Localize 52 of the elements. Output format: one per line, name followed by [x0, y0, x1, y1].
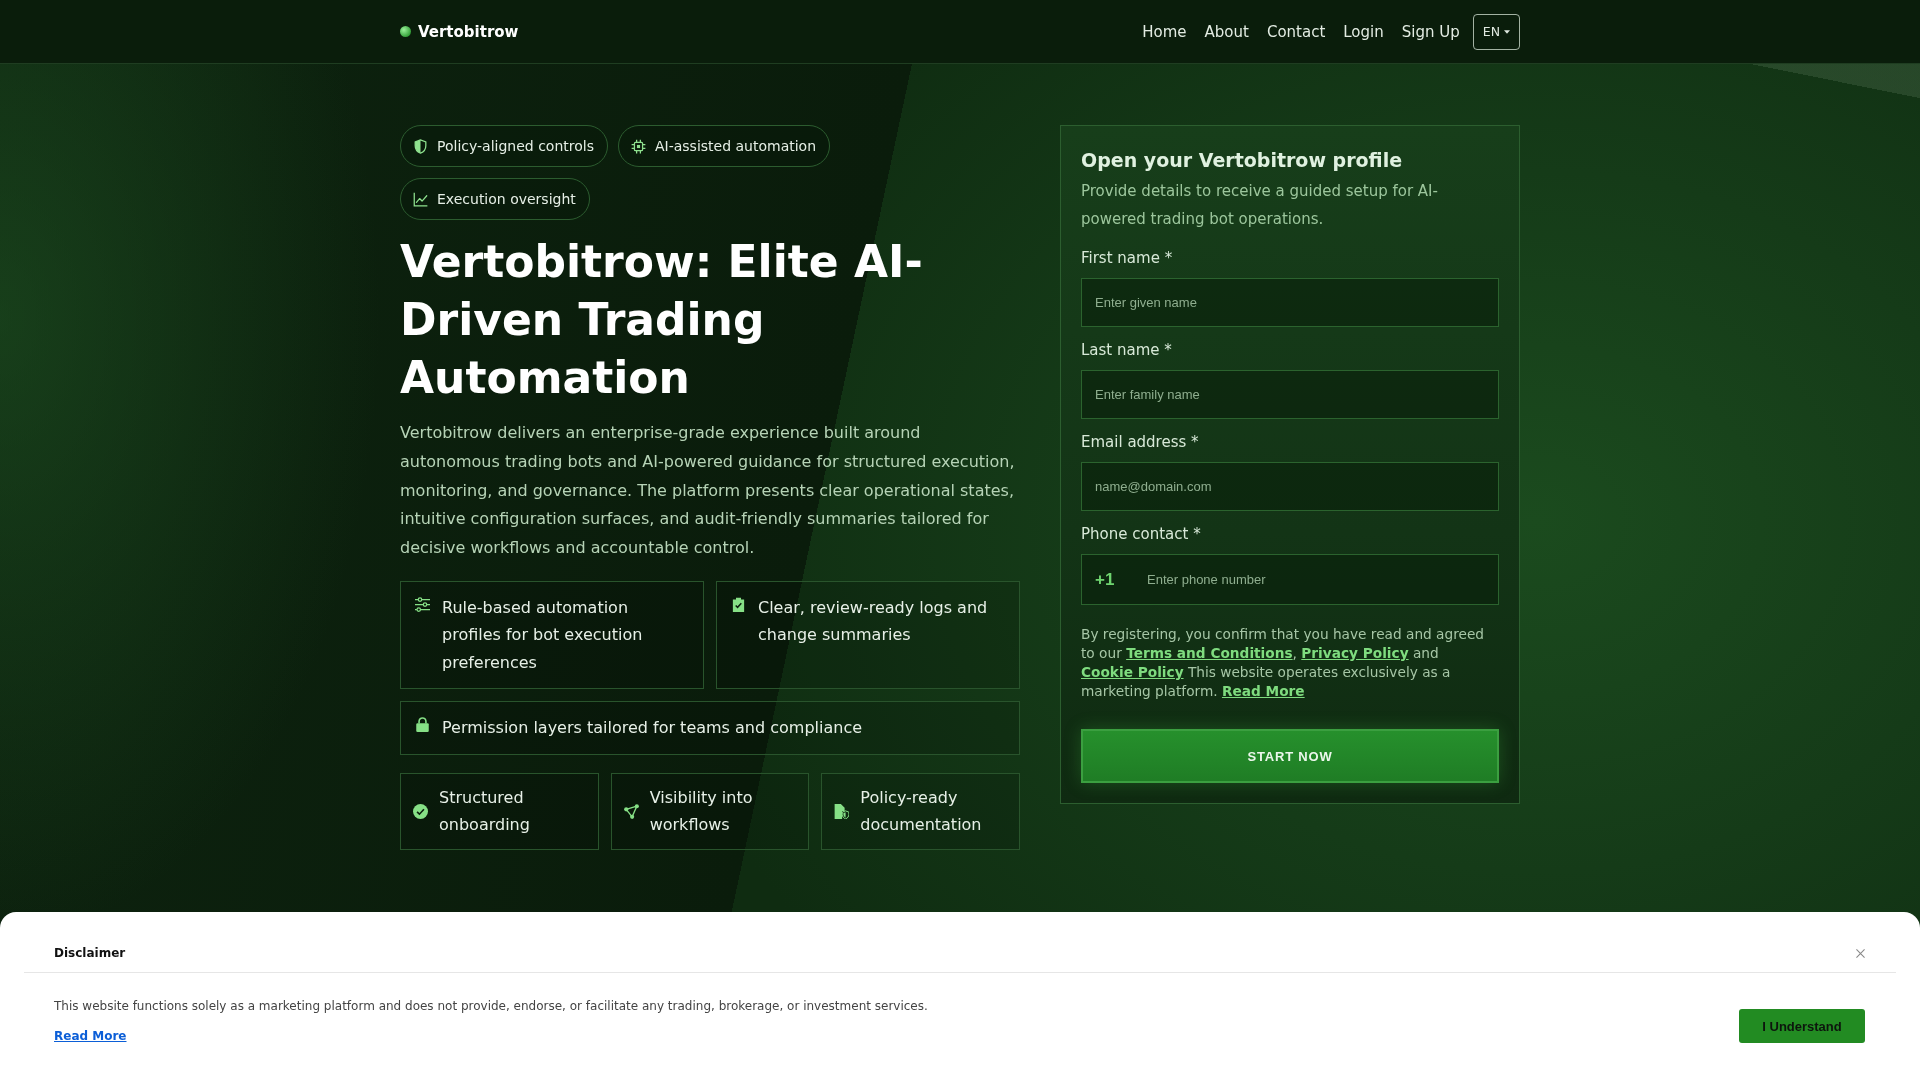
chip-label: AI-assisted automation: [654, 138, 817, 154]
nav-link[interactable]: About: [1204, 22, 1249, 41]
understand-button[interactable]: I Understand: [1739, 1009, 1865, 1043]
nav-link[interactable]: Login: [1343, 22, 1384, 41]
logo-dot-icon: [400, 26, 411, 37]
lock-icon: [415, 717, 430, 733]
phone-field[interactable]: +1 Enter phone number: [1081, 554, 1499, 605]
text-field[interactable]: name@domain.com: [1081, 462, 1499, 511]
field-label: Phone contact *: [1081, 524, 1202, 545]
nav-link[interactable]: Home: [1142, 22, 1187, 41]
disclaimer-title: Disclaimer: [54, 945, 126, 962]
start-now-button[interactable]: START NOW: [1081, 729, 1499, 783]
language-select[interactable]: EN: [1472, 13, 1520, 50]
nav-link[interactable]: Contact: [1266, 22, 1326, 41]
form-subtitle: Provide details to receive a guided setup for AI-powered trading bot operations.: [1081, 181, 1439, 230]
close-icon[interactable]: [1856, 948, 1865, 958]
chip-label: Execution oversight: [437, 191, 576, 207]
feature-text: Visibility into workflows: [649, 787, 754, 837]
chip-icon: [630, 138, 646, 154]
nav-link[interactable]: Sign Up: [1401, 22, 1460, 41]
text-field[interactable]: Enter given name: [1081, 278, 1499, 327]
disclaimer-text: This website functions solely as a marketing platform and does not provide, endorse, or facilitate any trading, brokerage, or investment services.: [54, 998, 928, 1015]
policy-link[interactable]: Terms and Conditions: [1126, 645, 1293, 661]
clipboard-check-icon: [731, 597, 746, 612]
brand-logo[interactable]: Vertobitrow: [418, 22, 519, 41]
sliders-icon: [415, 597, 430, 612]
field-label: First name *: [1081, 248, 1174, 269]
feature-text: Rule-based automation profiles for bot execution preferences: [442, 597, 644, 674]
hero-title: Vertobitrow: Elite AI-Driven Trading Automation: [400, 235, 924, 405]
feature-text: Clear, review-ready logs and change summaries: [758, 597, 989, 647]
caret-icon: [1504, 29, 1510, 34]
phone-number-input[interactable]: Enter phone number: [1147, 555, 1485, 604]
policy-link[interactable]: Read More: [1221, 683, 1305, 699]
line-chart-icon: [413, 191, 428, 207]
read-more-link[interactable]: Read More: [54, 1027, 127, 1045]
country-code: +1: [1095, 569, 1116, 590]
connected-nodes-icon: [623, 804, 639, 819]
field-label: Email address *: [1081, 432, 1200, 453]
feature-text: Permission layers tailored for teams and compliance: [442, 717, 863, 740]
hero-description: Vertobitrow delivers an enterprise-grade experience built around autonomous trading bots and AI-powered guidance for structured execution, monitoring, and governance. The platform presents clear operational states, intuitive configuration surfaces, and audit-friendly summaries tailored for decisive workflows and accountable control.: [400, 422, 1016, 560]
policy-link[interactable]: Privacy Policy: [1301, 645, 1409, 661]
policy-link[interactable]: Cookie Policy: [1081, 664, 1184, 680]
feature-text: Policy-ready documentation: [860, 787, 983, 837]
check-circle-icon: [413, 804, 428, 819]
consent-text: By registering, you confirm that you have read and agreed to our Terms and Conditions, Privacy Policy and Cookie Policy This website operates exclusively as a marketing platform. Read More: [1081, 625, 1486, 701]
text-field[interactable]: Enter family name: [1081, 370, 1499, 419]
field-label: Last name *: [1081, 340, 1173, 361]
document-shield-icon: [834, 804, 850, 819]
feature-text: Structured onboarding: [439, 787, 531, 837]
form-title: Open your Vertobitrow profile: [1081, 148, 1404, 173]
chip-label: Policy-aligned controls: [437, 138, 594, 154]
shield-icon: [413, 138, 428, 154]
